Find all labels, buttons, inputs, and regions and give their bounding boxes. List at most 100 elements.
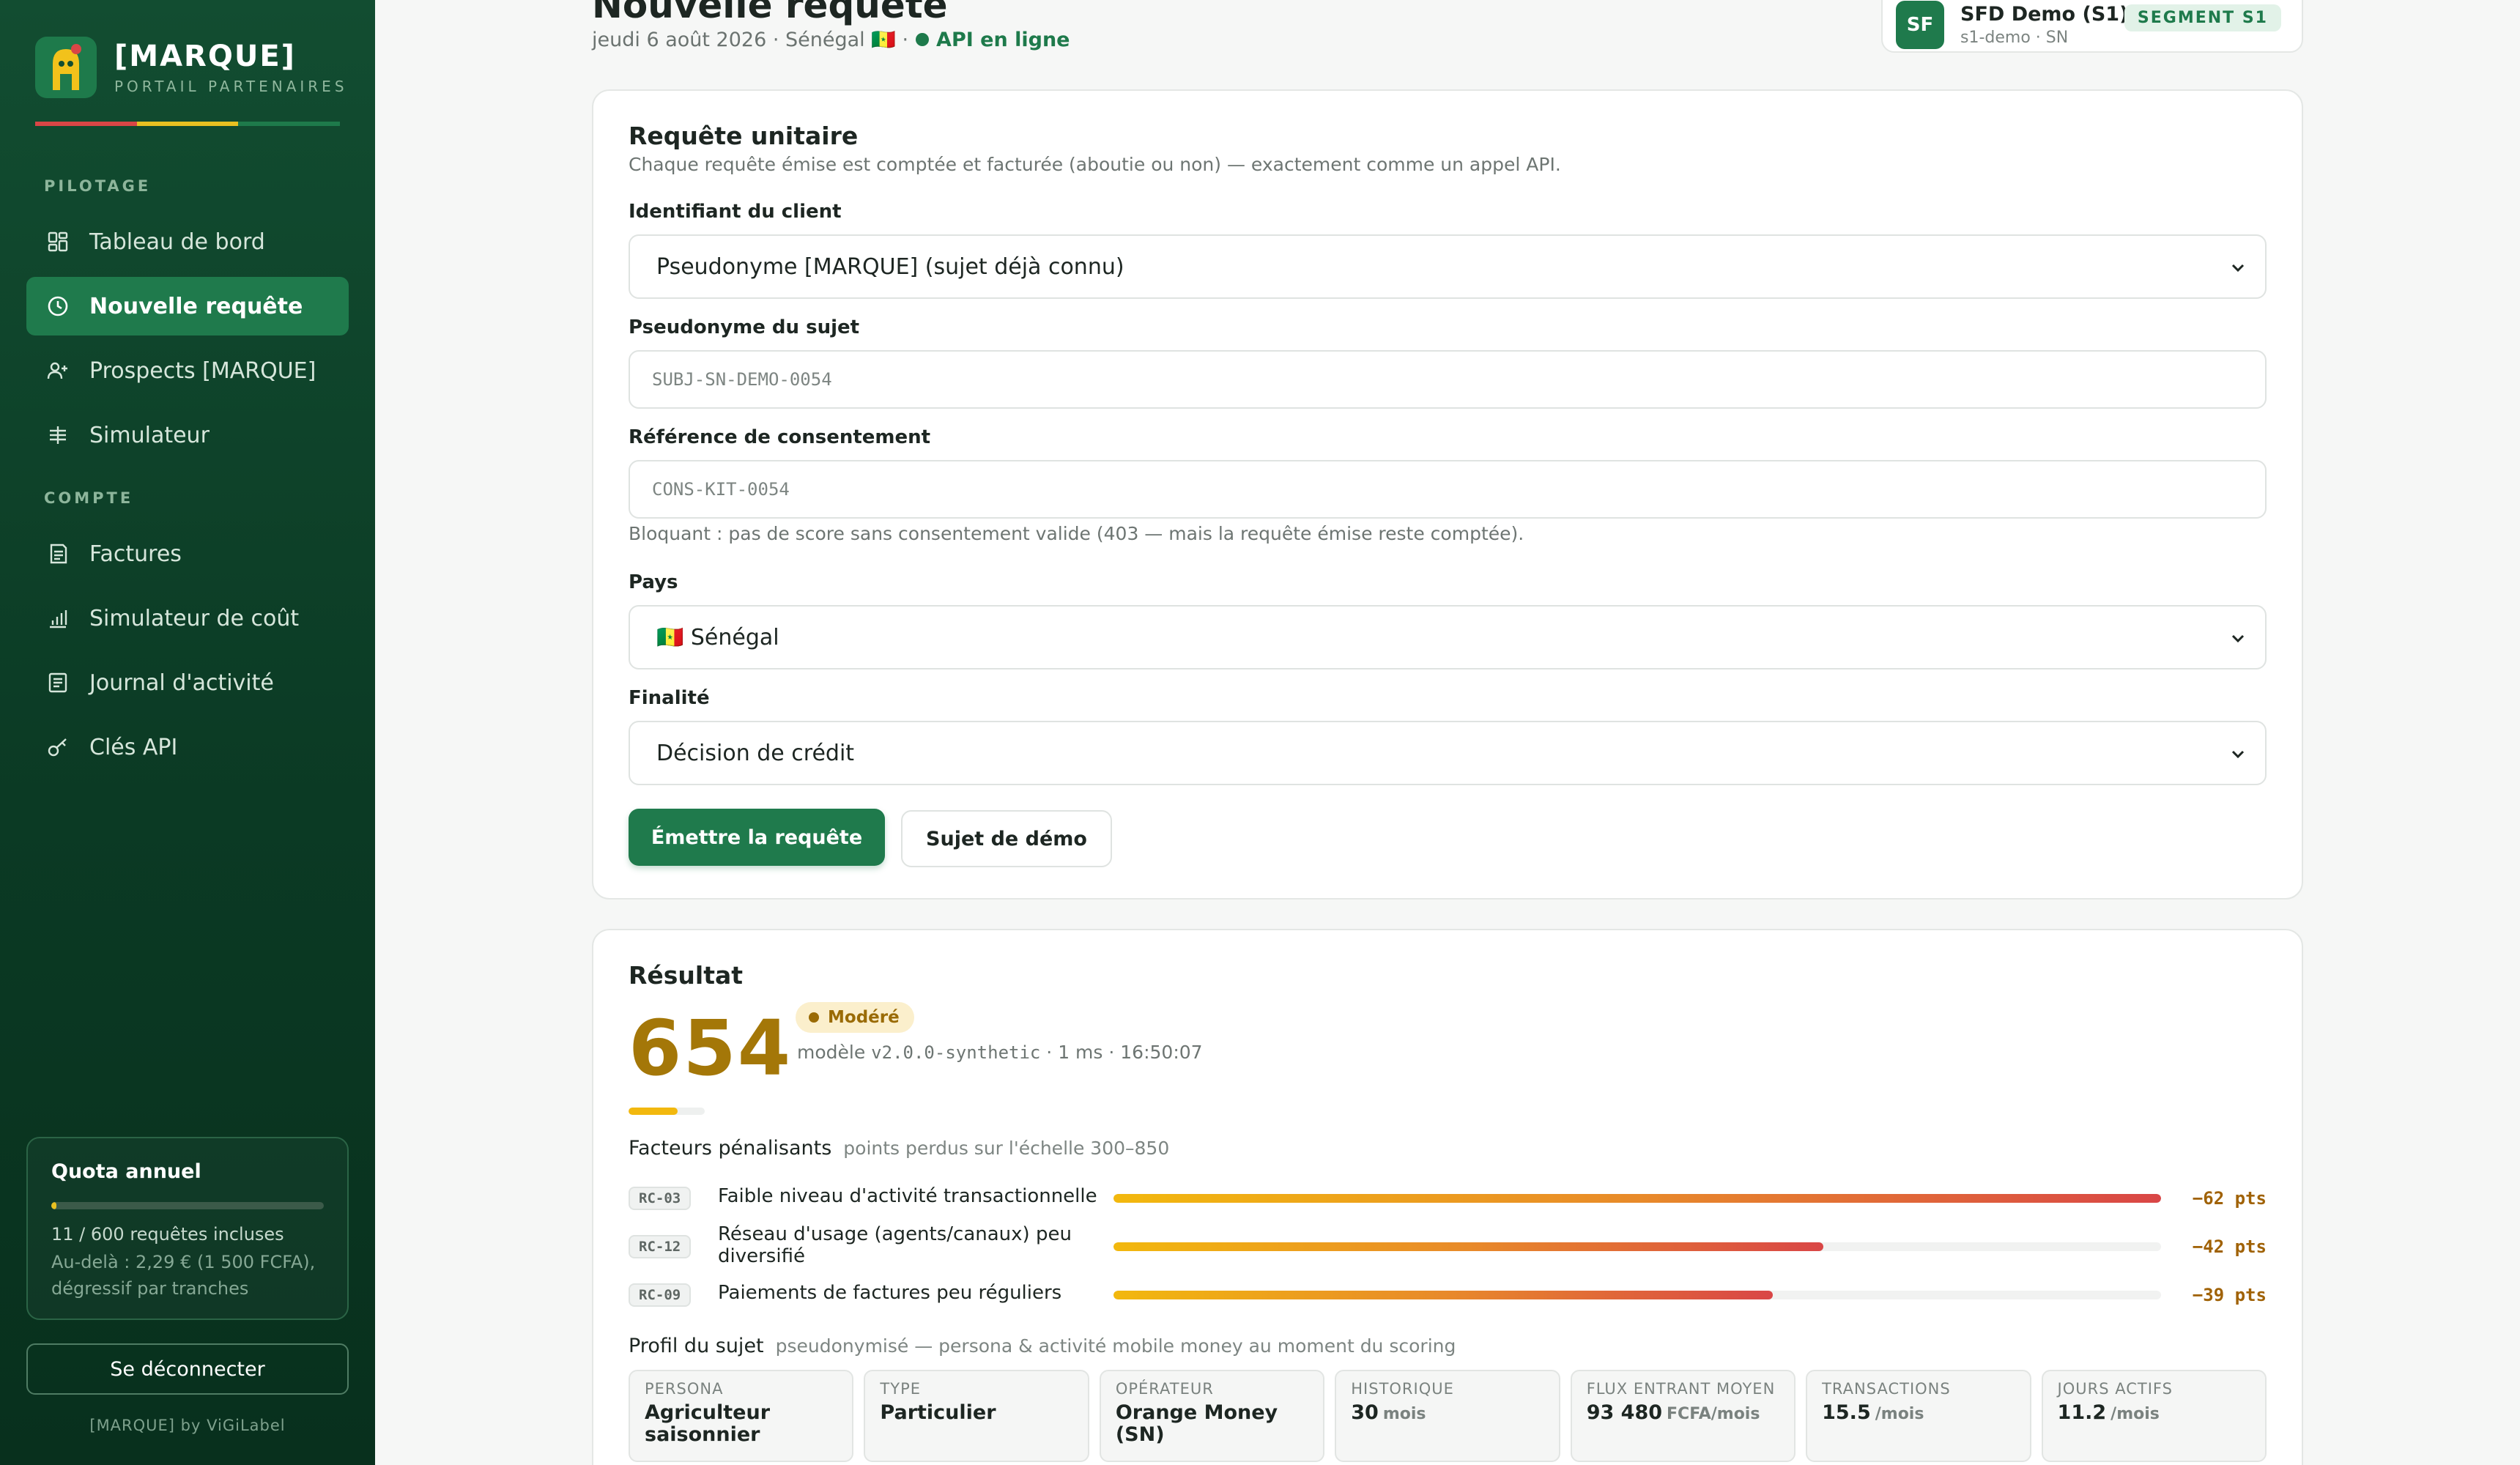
- nav-section-compte: COMPTE: [44, 489, 134, 507]
- avatar: SF: [1896, 1, 1944, 49]
- factor-bar: [1113, 1242, 2161, 1251]
- risk-dot-icon: [809, 1012, 819, 1023]
- subject-input[interactable]: SUBJ-SN-DEMO-0054: [629, 350, 2267, 409]
- nav-item-prospects[interactable]: Prospects [MARQUE]: [26, 341, 349, 400]
- footer-credit: [MARQUE] by ViGiLabel: [89, 1417, 286, 1434]
- brand[interactable]: [MARQUE] PORTAIL PARTENAIRES: [35, 37, 348, 98]
- factor-row: RC-12 Réseau d'usage (agents/canaux) peu…: [629, 1223, 2267, 1267]
- api-status-label: API en ligne: [936, 28, 1070, 51]
- factor-bar: [1113, 1194, 2161, 1203]
- consent-input[interactable]: CONS-KIT-0054: [629, 460, 2267, 519]
- profile-cell-history: HISTORIQUE 30 mois: [1335, 1370, 1560, 1462]
- profile-cell-value: 93 480: [1586, 1401, 1663, 1424]
- nav-item-api-keys[interactable]: Clés API: [26, 718, 349, 776]
- profile-cell-label: HISTORIQUE: [1351, 1380, 1454, 1398]
- profile-cell-label: PERSONA: [645, 1380, 724, 1398]
- factor-code: RC-12: [629, 1235, 692, 1258]
- purpose-value: Décision de crédit: [656, 740, 855, 766]
- profile-cell-operator: OPÉRATEUR Orange Money (SN): [1099, 1370, 1325, 1462]
- nav-item-label: Clés API: [89, 734, 178, 760]
- result-card: Résultat 654 Modéré modèle v2.0.0-synthe…: [592, 929, 2303, 1465]
- client-id-select[interactable]: Pseudonyme [MARQUE] (sujet déjà connu): [629, 234, 2267, 299]
- consent-label: Référence de consentement: [629, 426, 931, 448]
- factor-bar: [1113, 1291, 2161, 1299]
- consent-placeholder: CONS-KIT-0054: [652, 479, 790, 500]
- nav-item-label: Journal d'activité: [89, 670, 274, 696]
- profile-title: Profil du sujet: [629, 1335, 764, 1357]
- brand-subtitle: PORTAIL PARTENAIRES: [114, 78, 348, 95]
- profile-cell-inflow: FLUX ENTRANT MOYEN 93 480 FCFA/mois: [1570, 1370, 1796, 1462]
- user-plus-icon: [45, 358, 70, 383]
- profile-cell-label: JOURS ACTIFS: [2057, 1380, 2173, 1398]
- submit-request-button[interactable]: Émettre la requête: [629, 809, 885, 866]
- logout-button[interactable]: Se déconnecter: [26, 1343, 349, 1395]
- country-value: 🇸🇳 Sénégal: [656, 624, 779, 650]
- factor-bar-fill: [1113, 1291, 1773, 1299]
- country-select[interactable]: 🇸🇳 Sénégal: [629, 605, 2267, 670]
- factor-code: RC-09: [629, 1283, 692, 1307]
- profile-cell-value: 11.2: [2057, 1401, 2107, 1424]
- nav-item-cost-simulator[interactable]: Simulateur de coût: [26, 589, 349, 648]
- profile-cell-value: 30: [1351, 1401, 1379, 1424]
- nav-section-pilotage: PILOTAGE: [44, 177, 152, 195]
- factor-label: Réseau d'usage (agents/canaux) peu diver…: [718, 1223, 1072, 1267]
- bar-chart-icon: [45, 606, 70, 631]
- nav-item-label: Factures: [89, 541, 182, 567]
- nav-item-invoices[interactable]: Factures: [26, 524, 349, 583]
- form-subtitle: Chaque requête émise est comptée et fact…: [629, 154, 1561, 175]
- profile-cell-value: Agriculteur saisonnier: [645, 1401, 771, 1446]
- chevron-down-icon: [2231, 634, 2245, 643]
- profile-grid: PERSONA Agriculteur saisonnier TYPE Part…: [629, 1370, 2267, 1462]
- nav-item-label: Tableau de bord: [89, 229, 265, 255]
- dashboard-icon: [45, 229, 70, 254]
- factor-code: RC-03: [629, 1187, 692, 1210]
- profile-cell-label: FLUX ENTRANT MOYEN: [1586, 1380, 1776, 1398]
- api-status-dot-icon: [916, 33, 930, 46]
- profile-cell-transactions: TRANSACTIONS 15.5/mois: [1806, 1370, 2031, 1462]
- profile-cell-label: OPÉRATEUR: [1115, 1380, 1214, 1398]
- nav-item-label: Simulateur de coût: [89, 605, 300, 631]
- nav-item-simulator[interactable]: Simulateur: [26, 406, 349, 464]
- brand-logo-icon: [35, 37, 97, 98]
- factors-title: Facteurs pénalisants: [629, 1137, 832, 1160]
- quota-count: 11 / 600 requêtes incluses: [51, 1224, 284, 1245]
- profile-cell-unit: mois: [1382, 1405, 1426, 1423]
- subject-placeholder: SUBJ-SN-DEMO-0054: [652, 369, 832, 390]
- nav-item-new-request[interactable]: Nouvelle requête: [26, 277, 349, 335]
- score-gauge-fill: [629, 1108, 678, 1115]
- profile-cell-type: TYPE Particulier: [864, 1370, 1089, 1462]
- sidebar: [MARQUE] PORTAIL PARTENAIRES PILOTAGE Ta…: [0, 0, 375, 1465]
- invoice-icon: [45, 541, 70, 566]
- user-card[interactable]: SF SFD Demo (S1) s1-demo · SN SEGMENT S1: [1881, 0, 2303, 53]
- profile-cell-value: 15.5: [1822, 1401, 1871, 1424]
- nav-item-dashboard[interactable]: Tableau de bord: [26, 212, 349, 271]
- consent-help: Bloquant : pas de score sans consentemen…: [629, 523, 1524, 544]
- risk-label: Modéré: [828, 1008, 900, 1027]
- brand-name: [MARQUE]: [114, 40, 296, 73]
- score-gauge: [629, 1108, 705, 1115]
- model-prefix: modèle: [797, 1042, 872, 1063]
- factor-row: RC-03 Faible niveau d'activité transacti…: [629, 1178, 2267, 1219]
- page-subtitle: jeudi 6 août 2026 · Sénégal 🇸🇳 · API en …: [592, 28, 1070, 52]
- api-status: API en ligne: [916, 29, 1070, 51]
- quota-note: Au-delà : 2,29 € (1 500 FCFA), dégressif…: [51, 1252, 316, 1299]
- factor-bar-fill: [1113, 1242, 1823, 1251]
- profile-cell-value: Particulier: [880, 1401, 996, 1424]
- demo-subject-button[interactable]: Sujet de démo: [901, 810, 1112, 867]
- result-title: Résultat: [629, 961, 744, 990]
- quota-title: Quota annuel: [51, 1160, 201, 1183]
- factor-row: RC-09 Paiements de factures peu régulier…: [629, 1275, 2267, 1316]
- quota-progress-bar: [51, 1202, 324, 1209]
- purpose-select[interactable]: Décision de crédit: [629, 721, 2267, 785]
- profile-cell-value: Orange Money (SN): [1115, 1401, 1278, 1446]
- model-line: modèle v2.0.0-synthetic · 1 ms · 16:50:0…: [797, 1042, 1203, 1063]
- profile-cell-persona: PERSONA Agriculteur saisonnier: [629, 1370, 854, 1462]
- factor-points: −39 pts: [2192, 1285, 2267, 1305]
- profile-heading: Profil du sujet pseudonymisé — persona & …: [629, 1335, 1456, 1357]
- nav-item-activity-log[interactable]: Journal d'activité: [26, 653, 349, 712]
- list-icon: [45, 670, 70, 695]
- profile-cell-label: TRANSACTIONS: [1822, 1380, 1951, 1398]
- factor-bar-fill: [1113, 1194, 2161, 1203]
- sliders-icon: [45, 423, 70, 448]
- factor-label: Faible niveau d'activité transactionnell…: [718, 1185, 1097, 1207]
